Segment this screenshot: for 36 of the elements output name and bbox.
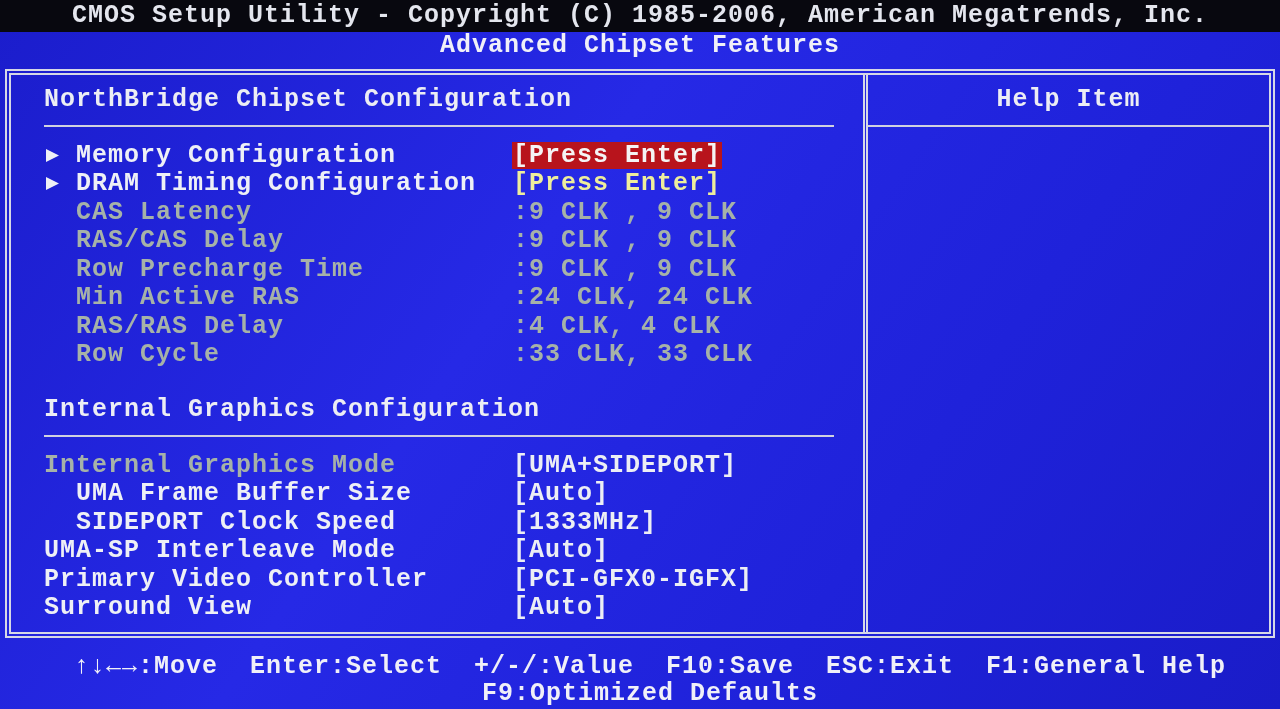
- key-hint: F9:Optimized Defaults: [481, 680, 819, 707]
- setting-label[interactable]: Primary Video Controller: [44, 565, 429, 593]
- setting-value: :24 CLK, 24 CLK: [512, 284, 755, 312]
- setting-value: :9 CLK , 9 CLK: [512, 255, 739, 283]
- setting-value[interactable]: [PCI-GFX0-IGFX]: [512, 565, 755, 593]
- setting-value: :9 CLK , 9 CLK: [512, 227, 739, 255]
- key-hint: F1:General Help: [986, 653, 1227, 680]
- setting-value: :33 CLK, 33 CLK: [512, 341, 755, 369]
- setting-value: :4 CLK, 4 CLK: [512, 312, 723, 340]
- setting-value[interactable]: [Auto]: [512, 537, 610, 565]
- section-heading: Internal Graphics Configuration: [44, 396, 541, 424]
- setting-label: CAS Latency: [76, 198, 253, 226]
- help-heading: Help Item: [996, 86, 1141, 114]
- key-hint: ↑↓←→:Move: [73, 653, 218, 680]
- page-title: Advanced Chipset Features: [439, 32, 841, 60]
- setting-value[interactable]: [Press Enter]: [512, 141, 723, 169]
- setting-value: :9 CLK , 9 CLK: [512, 198, 739, 226]
- setting-label[interactable]: UMA-SP Interleave Mode: [44, 537, 397, 565]
- key-hint: F10:Save: [666, 653, 794, 680]
- setting-label: RAS/CAS Delay: [76, 227, 285, 255]
- window-title: CMOS Setup Utility - Copyright (C) 1985-2006, American Megatrends, Inc.: [71, 1, 1209, 31]
- arrow-icon: [46, 148, 59, 162]
- section-heading: NorthBridge Chipset Configuration: [44, 86, 573, 114]
- arrow-icon: [46, 177, 59, 191]
- key-hint: +/-/:Value: [473, 653, 634, 680]
- setting-label: Row Cycle: [76, 341, 221, 369]
- setting-label[interactable]: DRAM Timing Configuration: [76, 170, 477, 198]
- setting-value[interactable]: [Press Enter]: [512, 170, 723, 198]
- setting-label: Row Precharge Time: [76, 255, 365, 283]
- setting-label: Min Active RAS: [76, 284, 301, 312]
- setting-value[interactable]: [Auto]: [512, 594, 610, 622]
- key-hint: ESC:Exit: [826, 653, 955, 680]
- setting-label[interactable]: Memory Configuration: [76, 141, 397, 169]
- setting-label: RAS/RAS Delay: [76, 312, 285, 340]
- setting-label[interactable]: Surround View: [44, 594, 253, 622]
- key-hint: Enter:Select: [249, 653, 442, 680]
